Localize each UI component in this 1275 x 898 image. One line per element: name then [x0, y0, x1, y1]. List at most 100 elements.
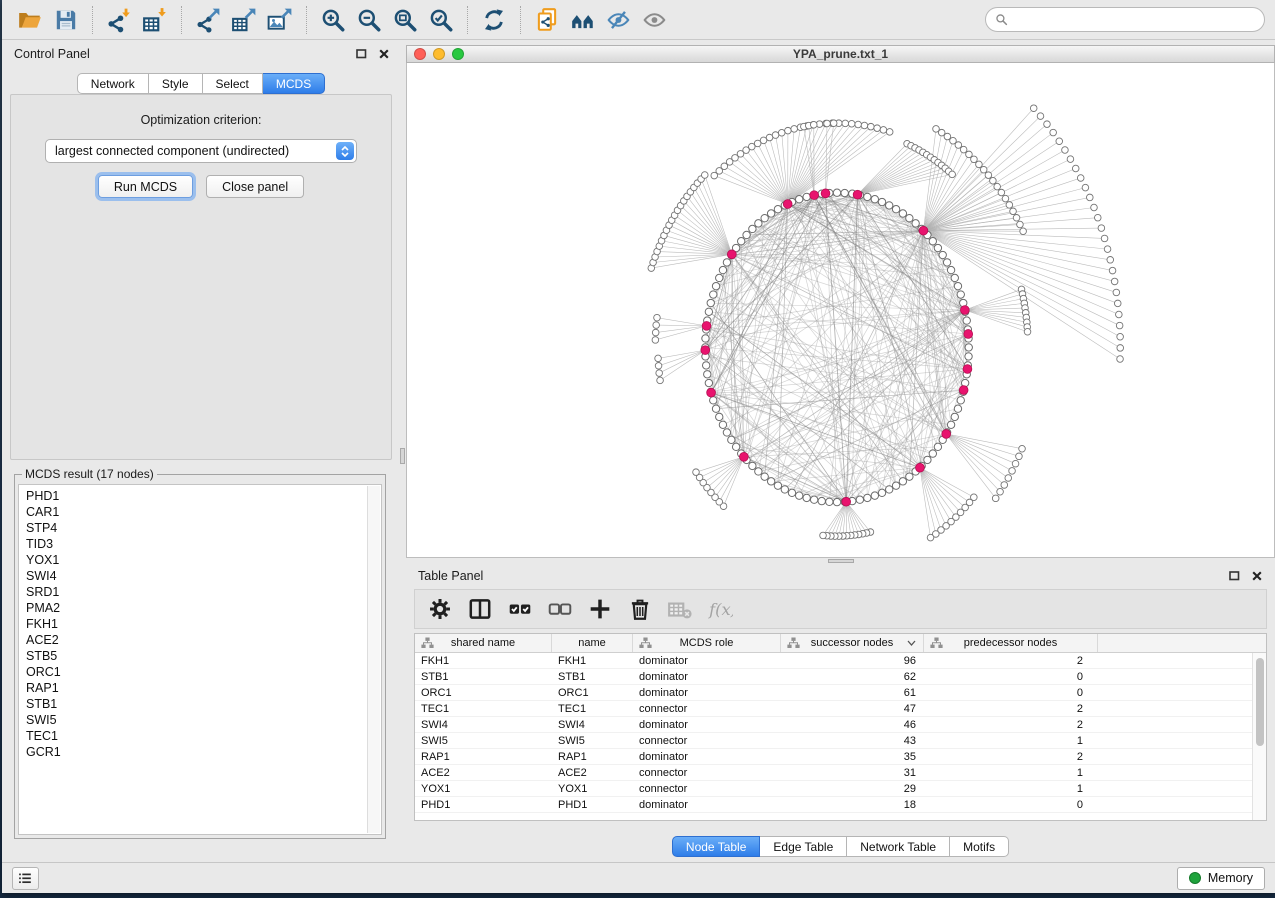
- table-cell[interactable]: 61: [781, 687, 924, 699]
- table-cell[interactable]: 2: [924, 655, 1098, 667]
- table-cell[interactable]: 0: [924, 687, 1098, 699]
- mcds-result-item[interactable]: CAR1: [26, 504, 361, 520]
- table-cell[interactable]: 43: [781, 735, 924, 747]
- splitter-grip-horizontal[interactable]: [828, 559, 854, 563]
- table-cell[interactable]: FKH1: [415, 655, 552, 667]
- dropdown-stepper[interactable]: [336, 142, 354, 160]
- table-cell[interactable]: TEC1: [552, 703, 633, 715]
- table-cell[interactable]: TEC1: [415, 703, 552, 715]
- table-cell[interactable]: STB1: [415, 671, 552, 683]
- table-cell[interactable]: 62: [781, 671, 924, 683]
- network-canvas[interactable]: [406, 63, 1275, 558]
- network-window-titlebar[interactable]: YPA_prune.txt_1: [406, 45, 1275, 63]
- table-cell[interactable]: connector: [633, 735, 781, 747]
- zoom-fit-button[interactable]: [387, 4, 423, 36]
- tab-select[interactable]: Select: [203, 73, 263, 94]
- tab-motifs[interactable]: Motifs: [950, 836, 1009, 857]
- table-cell[interactable]: dominator: [633, 719, 781, 731]
- table-row[interactable]: TEC1TEC1connector472: [415, 701, 1266, 717]
- table-row[interactable]: PHD1PHD1dominator180: [415, 797, 1266, 813]
- table-row[interactable]: STB1STB1dominator620: [415, 669, 1266, 685]
- table-cell[interactable]: 96: [781, 655, 924, 667]
- column-header-predecessor-nodes[interactable]: predecessor nodes: [924, 634, 1098, 652]
- mcds-result-item[interactable]: STB5: [26, 648, 361, 664]
- first-neighbors-button[interactable]: [565, 4, 601, 36]
- table-cell[interactable]: ACE2: [415, 767, 552, 779]
- table-cell[interactable]: ACE2: [552, 767, 633, 779]
- column-header-successor-nodes[interactable]: successor nodes: [781, 634, 924, 652]
- table-cell[interactable]: SWI4: [415, 719, 552, 731]
- table-cell[interactable]: 2: [924, 751, 1098, 763]
- table-cell[interactable]: 0: [924, 671, 1098, 683]
- close-panel-button-mcds[interactable]: Close panel: [206, 175, 304, 198]
- tab-style[interactable]: Style: [149, 73, 203, 94]
- delete-rows-button[interactable]: [623, 593, 656, 625]
- table-scrollbar[interactable]: [1252, 653, 1266, 820]
- table-cell[interactable]: 1: [924, 767, 1098, 779]
- table-cell[interactable]: SWI5: [415, 735, 552, 747]
- import-table-button[interactable]: [137, 4, 173, 36]
- table-cell[interactable]: RAP1: [552, 751, 633, 763]
- table-cell[interactable]: connector: [633, 703, 781, 715]
- show-all-button[interactable]: [637, 4, 673, 36]
- mcds-result-item[interactable]: SWI4: [26, 568, 361, 584]
- table-cell[interactable]: dominator: [633, 671, 781, 683]
- table-cell[interactable]: dominator: [633, 751, 781, 763]
- mcds-result-item[interactable]: ACE2: [26, 632, 361, 648]
- table-cell[interactable]: dominator: [633, 687, 781, 699]
- task-history-button[interactable]: [12, 867, 39, 890]
- table-row[interactable]: ORC1ORC1dominator610: [415, 685, 1266, 701]
- run-mcds-button[interactable]: Run MCDS: [98, 175, 193, 198]
- table-cell[interactable]: 35: [781, 751, 924, 763]
- export-image-button[interactable]: [262, 4, 298, 36]
- splitter-grip[interactable]: [400, 448, 405, 464]
- table-cell[interactable]: 2: [924, 719, 1098, 731]
- search-input[interactable]: [1013, 13, 1255, 27]
- table-cell[interactable]: dominator: [633, 655, 781, 667]
- table-cell[interactable]: 31: [781, 767, 924, 779]
- float-table-panel-button[interactable]: [1228, 570, 1241, 582]
- table-cell[interactable]: PHD1: [552, 799, 633, 811]
- table-cell[interactable]: 0: [924, 799, 1098, 811]
- minimize-window-button[interactable]: [433, 48, 445, 60]
- zoom-selected-button[interactable]: [423, 4, 459, 36]
- optimization-criterion-dropdown[interactable]: largest connected component (undirected): [45, 139, 357, 163]
- close-window-button[interactable]: [414, 48, 426, 60]
- table-settings-button[interactable]: [423, 593, 456, 625]
- table-cell[interactable]: PHD1: [415, 799, 552, 811]
- export-network-button[interactable]: [190, 4, 226, 36]
- table-row[interactable]: FKH1FKH1dominator962: [415, 653, 1266, 669]
- memory-button[interactable]: Memory: [1177, 867, 1265, 890]
- close-panel-button[interactable]: [377, 48, 390, 60]
- tab-node-table[interactable]: Node Table: [672, 836, 761, 857]
- table-row[interactable]: YOX1YOX1connector291: [415, 781, 1266, 797]
- deselect-all-rows-button[interactable]: [543, 593, 576, 625]
- close-table-panel-button[interactable]: [1250, 570, 1263, 582]
- mcds-result-item[interactable]: TID3: [26, 536, 361, 552]
- tab-network[interactable]: Network: [77, 73, 149, 94]
- hide-selected-button[interactable]: [601, 4, 637, 36]
- mcds-result-item[interactable]: PHD1: [26, 488, 361, 504]
- mcds-result-item[interactable]: SWI5: [26, 712, 361, 728]
- table-cell[interactable]: 2: [924, 703, 1098, 715]
- float-panel-button[interactable]: [355, 48, 368, 60]
- mcds-list-scrollbar[interactable]: [367, 486, 380, 833]
- mcds-result-item[interactable]: FKH1: [26, 616, 361, 632]
- table-cell[interactable]: FKH1: [552, 655, 633, 667]
- mcds-result-item[interactable]: RAP1: [26, 680, 361, 696]
- column-visibility-button[interactable]: [463, 593, 496, 625]
- search-box[interactable]: [985, 7, 1265, 32]
- table-cell[interactable]: 1: [924, 783, 1098, 795]
- zoom-window-button[interactable]: [452, 48, 464, 60]
- table-cell[interactable]: ORC1: [552, 687, 633, 699]
- mcds-result-list[interactable]: PHD1CAR1STP4TID3YOX1SWI4SRD1PMA2FKH1ACE2…: [18, 484, 382, 835]
- table-cell[interactable]: STB1: [552, 671, 633, 683]
- import-network-button[interactable]: [101, 4, 137, 36]
- zoom-out-button[interactable]: [351, 4, 387, 36]
- add-row-button[interactable]: [583, 593, 616, 625]
- table-cell[interactable]: ORC1: [415, 687, 552, 699]
- mcds-result-item[interactable]: GCR1: [26, 744, 361, 760]
- tab-edge-table[interactable]: Edge Table: [760, 836, 847, 857]
- export-table-button[interactable]: [226, 4, 262, 36]
- table-cell[interactable]: 47: [781, 703, 924, 715]
